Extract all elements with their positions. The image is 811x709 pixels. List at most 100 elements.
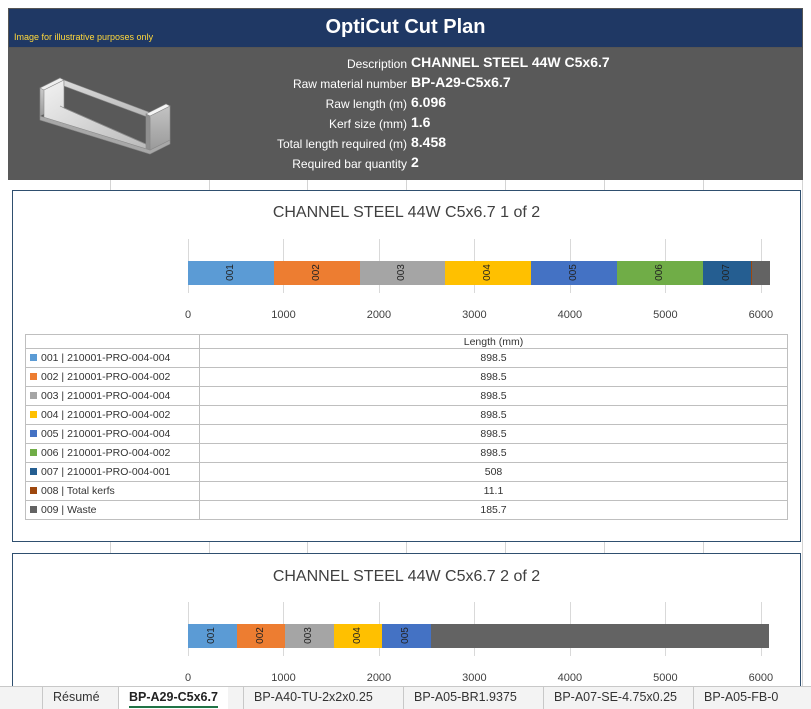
table-row: 009 | Waste 185.7	[25, 500, 788, 520]
info-row: Raw length (m) 6.096	[8, 94, 803, 114]
x-tick-label: 6000	[748, 672, 774, 684]
bar-segment-007: 007	[702, 261, 752, 285]
info-label: Kerf size (mm)	[329, 117, 407, 131]
legend-swatch-005	[30, 430, 37, 437]
length-value: 185.7	[199, 500, 788, 520]
bar-segment-label: 005	[567, 264, 579, 281]
legend-cell: 005 | 210001-PRO-004-004	[25, 424, 200, 444]
legend-cell: 008 | Total kerfs	[25, 481, 200, 501]
legend-label: 007 | 210001-PRO-004-001	[41, 466, 171, 478]
legend-label: 005 | 210001-PRO-004-004	[41, 428, 171, 440]
bar-segment-label: 003	[396, 264, 408, 281]
info-label: Description	[346, 57, 407, 71]
plot-area: 001 002 003 004 005 0 1000 2000 3000 4000 5000 6000	[185, 602, 773, 684]
x-tick-label: 3000	[462, 672, 487, 684]
x-tick-label: 6000	[748, 309, 774, 321]
bar-segment-002: 002	[273, 261, 360, 285]
info-value: BP-A29-C5x6.7	[411, 74, 511, 90]
worksheet[interactable]: Image for illustrative purposes only Opt…	[0, 0, 811, 686]
legend-swatch-004	[30, 411, 37, 418]
legend-label: 004 | 210001-PRO-004-002	[41, 409, 171, 421]
length-value: 898.5	[199, 443, 788, 463]
legend-swatch-008	[30, 487, 37, 494]
cut-plan-chart-1[interactable]: CHANNEL STEEL 44W C5x6.7 1 of 2 001 002 00…	[12, 190, 801, 542]
x-tick-label: 0	[184, 309, 192, 321]
sheet-tab[interactable]: BP-A05-FB-0	[693, 687, 788, 709]
bar-segment-004: 004	[333, 624, 382, 648]
info-value: 8.458	[411, 134, 447, 150]
legend-cell: 003 | 210001-PRO-004-004	[25, 386, 200, 406]
table-row: 004 | 210001-PRO-004-002 898.5	[25, 405, 788, 425]
chart-title: CHANNEL STEEL 44W C5x6.7 1 of 2	[272, 204, 541, 221]
info-label: Total length required (m)	[276, 137, 407, 151]
sheet-tab[interactable]: BP-A29-C5x6.7	[118, 687, 228, 709]
table-row: 008 | Total kerfs 11.1	[25, 481, 788, 501]
length-value: 508	[199, 462, 788, 482]
sheet-tab[interactable]: BP-A05-BR1.9375	[403, 687, 527, 709]
bar-segment-label: 004	[482, 264, 494, 281]
legend-swatch-009	[30, 506, 37, 513]
legend-label: 006 | 210001-PRO-004-002	[41, 447, 171, 459]
length-value: 898.5	[199, 405, 788, 425]
bar-segment-001: 001	[188, 624, 237, 648]
legend-swatch-003	[30, 392, 37, 399]
bar-segment-002: 002	[236, 624, 285, 648]
length-value: 898.5	[199, 386, 788, 406]
cut-plan-chart-2[interactable]: CHANNEL STEEL 44W C5x6.7 2 of 2 001 002 00…	[12, 553, 801, 686]
bar-segment-005: 005	[382, 624, 431, 648]
sheet-tab[interactable]: Résumé	[42, 687, 110, 709]
plot-area: 001 002 003 004 005 006 007 0 1000 2000 3000 4000 50…	[185, 239, 773, 321]
table-row: 001 | 210001-PRO-004-004 898.5	[25, 348, 788, 368]
info-row: Raw material number BP-A29-C5x6.7	[8, 74, 803, 94]
legend-label: 008 | Total kerfs	[41, 485, 115, 497]
legend-label: 002 | 210001-PRO-004-002	[41, 371, 171, 383]
legend-label: 009 | Waste	[41, 504, 97, 516]
chart-title: CHANNEL STEEL 44W C5x6.7 2 of 2	[272, 568, 541, 585]
legend-label: 003 | 210001-PRO-004-004	[41, 390, 171, 402]
table-header-length: Length (mm)	[199, 334, 788, 349]
length-value: 898.5	[199, 348, 788, 368]
bar-segment-003: 003	[359, 261, 446, 285]
x-tick-label: 3000	[462, 309, 487, 321]
info-row: Total length required (m) 8.458	[8, 134, 803, 154]
bar-segment-label: 004	[351, 627, 363, 644]
legend-cell: 004 | 210001-PRO-004-002	[25, 405, 200, 425]
sheet-tab[interactable]: BP-A40-TU-2x2x0.25	[243, 687, 383, 709]
x-tick-label: 4000	[557, 672, 583, 684]
legend-cell: 009 | Waste	[25, 500, 200, 520]
info-value: 1.6	[411, 114, 431, 130]
sheet-tab-bar: Résumé BP-A29-C5x6.7 BP-A40-TU-2x2x0.25 BP-…	[0, 686, 811, 709]
info-value: CHANNEL STEEL 44W C5x6.7	[411, 54, 610, 70]
legend-swatch-001	[30, 354, 37, 361]
material-info-panel: Description CHANNEL STEEL 44W C5x6.7 Raw m…	[8, 48, 803, 180]
legend-label: 001 | 210001-PRO-004-004	[41, 352, 171, 364]
info-row: Kerf size (mm) 1.6	[8, 114, 803, 134]
table-row: 002 | 210001-PRO-004-002 898.5	[25, 367, 788, 387]
length-value: 898.5	[199, 424, 788, 444]
bar-segment-006: 006	[616, 261, 703, 285]
x-tick-label: 5000	[653, 309, 678, 321]
bar-segment-label: 002	[254, 627, 266, 644]
x-tick-label: 2000	[366, 672, 392, 684]
legend-swatch-006	[30, 449, 37, 456]
bar-segment-label: 005	[400, 627, 412, 644]
gridline	[802, 180, 803, 686]
legend-cell: 001 | 210001-PRO-004-004	[25, 348, 200, 368]
table-header-blank	[25, 334, 200, 349]
bar-segment-001: 001	[188, 261, 274, 285]
legend-swatch-002	[30, 373, 37, 380]
sheet-tab[interactable]: BP-A07-SE-4.75x0.25	[543, 687, 687, 709]
bar-segment-009	[752, 261, 770, 285]
x-tick-label: 2000	[366, 309, 392, 321]
table-header-row: Length (mm)	[25, 334, 788, 349]
info-label: Raw length (m)	[325, 97, 407, 111]
info-value: 2	[411, 154, 419, 170]
bar-segment-label: 001	[224, 264, 236, 281]
info-row: Description CHANNEL STEEL 44W C5x6.7	[8, 54, 803, 74]
table-row: 007 | 210001-PRO-004-001 508	[25, 462, 788, 482]
length-value: 11.1	[199, 481, 788, 501]
data-table: Length (mm) 001 | 210001-PRO-004-004 898.5…	[25, 334, 788, 520]
legend-swatch-007	[30, 468, 37, 475]
x-tick-label: 5000	[653, 672, 678, 684]
page-title: OptiCut Cut Plan	[325, 16, 486, 38]
